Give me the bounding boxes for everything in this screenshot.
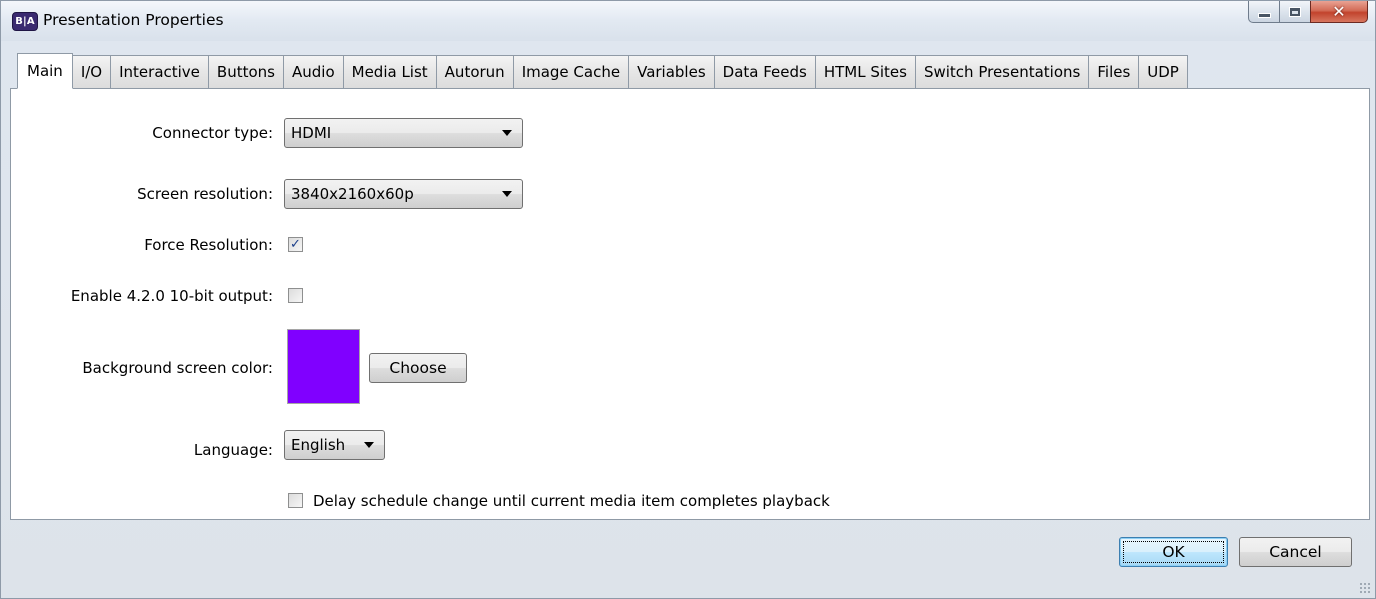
close-button[interactable]: ✕ [1310,1,1368,23]
tab-main[interactable]: Main [17,53,73,89]
tab-media-list[interactable]: Media List [343,55,437,89]
window-title: Presentation Properties [43,11,224,29]
background-color-swatch[interactable] [287,329,360,404]
tab-audio[interactable]: Audio [283,55,344,89]
delay-schedule-checkbox[interactable] [288,493,303,508]
force-resolution-label: Force Resolution: [144,236,273,254]
connector-type-value: HDMI [291,124,332,142]
resize-grip[interactable] [1359,582,1371,594]
tab-files[interactable]: Files [1089,55,1140,89]
app-icon: B|A [12,12,38,31]
language-label: Language: [193,441,273,459]
minimize-icon [1257,13,1271,18]
language-select[interactable]: English [284,430,385,460]
maximize-icon [1289,6,1301,17]
tab-autorun[interactable]: Autorun [436,55,514,89]
tab-strip: Main I/O Interactive Buttons Audio Media… [17,53,1188,89]
maximize-button[interactable] [1279,1,1311,23]
connector-type-label: Connector type: [152,124,273,142]
cancel-button[interactable]: Cancel [1239,537,1352,567]
connector-type-select[interactable]: HDMI [284,118,523,148]
tab-buttons[interactable]: Buttons [208,55,284,89]
screen-resolution-select[interactable]: 3840x2160x60p [284,179,523,209]
title-bar[interactable]: B|A Presentation Properties ✕ [1,1,1375,41]
tab-image-cache[interactable]: Image Cache [513,55,630,89]
tab-switch-presentations[interactable]: Switch Presentations [915,55,1090,89]
background-color-label: Background screen color: [82,359,273,377]
dropdown-arrow-icon [502,191,512,197]
delay-schedule-label[interactable]: Delay schedule change until current medi… [313,492,830,510]
language-value: English [291,436,346,454]
tab-data-feeds[interactable]: Data Feeds [714,55,816,89]
tab-io[interactable]: I/O [72,55,112,89]
tab-udp[interactable]: UDP [1139,55,1188,89]
force-resolution-checkbox[interactable]: ✓ [288,237,303,252]
ok-button[interactable]: OK [1119,537,1228,567]
screen-resolution-label: Screen resolution: [137,185,273,203]
tab-interactive[interactable]: Interactive [111,55,209,89]
caption-buttons: ✕ [1248,1,1368,23]
close-icon: ✕ [1332,2,1346,21]
tab-variables[interactable]: Variables [629,55,715,89]
choose-color-button[interactable]: Choose [369,353,467,383]
screen-resolution-value: 3840x2160x60p [291,185,414,203]
dropdown-arrow-icon [502,130,512,136]
checkmark-icon: ✓ [290,237,301,252]
focus-rect [1123,541,1224,563]
dropdown-arrow-icon [364,442,374,448]
enable-420-checkbox[interactable] [288,288,303,303]
enable-420-label: Enable 4.2.0 10-bit output: [70,287,273,305]
minimize-button[interactable] [1248,1,1280,23]
presentation-properties-window: B|A Presentation Properties ✕ Main I/O I… [0,0,1376,599]
tab-html-sites[interactable]: HTML Sites [815,55,916,89]
